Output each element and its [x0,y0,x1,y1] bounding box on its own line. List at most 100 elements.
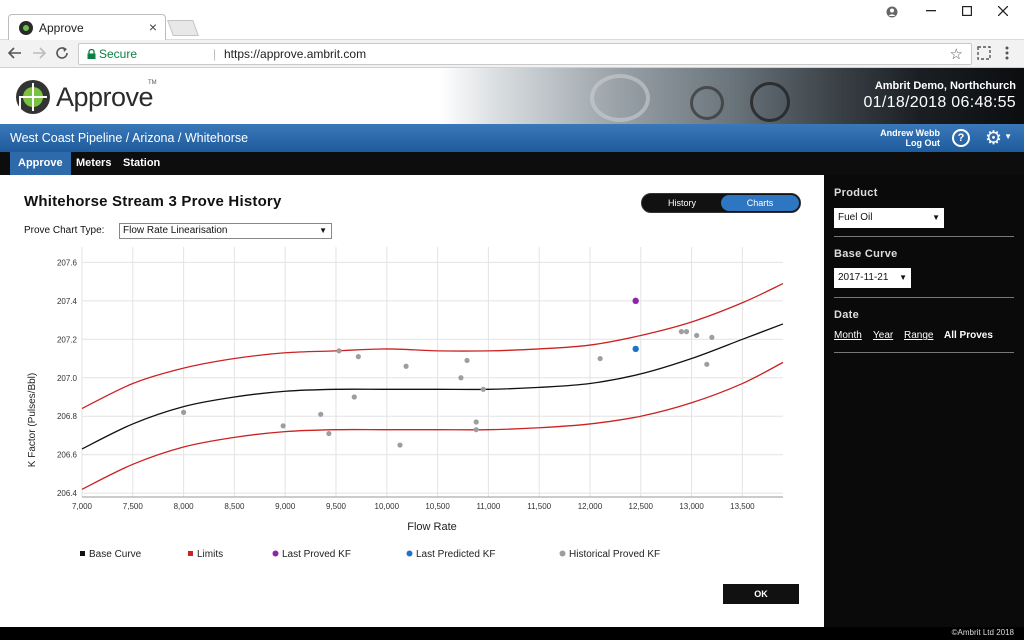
reload-icon[interactable] [55,46,69,60]
point-historical-proved-kf [280,423,286,429]
back-icon[interactable] [8,47,22,59]
y-tick-label: 207.2 [57,335,78,344]
url-separator: | [213,47,217,61]
legend-swatch [406,550,413,557]
date-all-proves-link[interactable]: All Proves [944,330,993,341]
approve-logo-icon [16,80,50,114]
x-tick-label: 11,500 [527,502,551,511]
point-historical-proved-kf [597,355,603,362]
address-bar: Secure | https://approve.ambrit.com ☆ [0,40,1024,68]
breadcrumb-bar: West Coast Pipeline / Arizona / Whitehor… [0,124,1024,152]
legend-swatch [80,551,85,556]
y-tick-label: 207.6 [57,258,78,267]
point-historical-proved-kf [473,427,479,433]
help-icon[interactable]: ? [952,129,970,147]
base-curve-select[interactable]: 2017-11-21 ▼ [834,268,911,288]
gear-icon[interactable]: ⚙ [985,127,1002,150]
x-tick-label: 9,000 [275,502,296,511]
y-tick-label: 206.4 [57,489,78,498]
chart-series [81,282,784,490]
charts-toggle-button[interactable]: Charts [721,195,799,211]
point-historical-proved-kf [473,419,479,425]
sidebar-divider [834,352,1014,353]
point-historical-proved-kf [458,375,464,381]
main-panel: Whitehorse Stream 3 Prove History Histor… [0,175,824,627]
x-axis-label: Flow Rate [407,521,457,533]
x-tick-label: 8,000 [174,502,195,511]
history-toggle-button[interactable]: History [643,195,721,211]
x-tick-label: 13,500 [730,502,755,511]
tab-meters[interactable]: Meters [68,152,119,175]
footer: ©Ambrit Ltd 2018 [0,627,1024,640]
new-tab-button[interactable] [167,20,199,36]
chart-grid [81,247,783,497]
legend-label: Base Curve [89,549,142,560]
point-historical-proved-kf [709,334,715,340]
point-historical-proved-kf [336,348,342,354]
chart-type-label: Prove Chart Type: [24,225,105,236]
breadcrumb[interactable]: West Coast Pipeline / Arizona / Whitehor… [10,131,248,145]
lock-icon [87,49,96,59]
point-historical-proved-kf [678,329,685,335]
date-month-link[interactable]: Month [834,330,862,341]
chevron-down-icon: ▼ [319,226,327,235]
nav-tabs: Approve Meters Station [0,152,1024,175]
point-historical-proved-kf [318,411,324,417]
logo-text: Approve [56,82,154,112]
more-options-icon[interactable] [1005,46,1009,60]
chart-type-select[interactable]: Flow Rate Linearisation ▼ [119,223,332,239]
view-toggle: History Charts [641,193,801,213]
point-historical-proved-kf [351,394,357,400]
copyright: ©Ambrit Ltd 2018 [951,628,1014,637]
point-historical-proved-kf [403,363,409,369]
bookmark-star-icon[interactable]: ☆ [950,45,963,63]
point-historical-proved-kf [480,386,486,392]
point-historical-proved-kf [704,361,710,367]
chart-type-value: Flow Rate Linearisation [123,225,228,236]
forward-icon[interactable] [32,47,46,59]
x-tick-label: 7,500 [123,502,144,511]
legend-label: Historical Proved KF [569,549,660,560]
legend-label: Last Predicted KF [416,549,495,560]
sidebar-divider [834,236,1014,237]
point-historical-proved-kf [326,430,332,437]
tab-title: Approve [39,21,84,35]
browser-tabstrip: Approve × [0,0,1024,40]
ok-button[interactable]: OK [723,584,799,604]
x-tick-label: 12,000 [578,502,603,511]
chevron-down-icon: ▼ [932,213,940,222]
x-tick-label: 10,500 [425,502,450,511]
url-input[interactable]: Secure | https://approve.ambrit.com ☆ [78,43,972,65]
maximize-icon[interactable] [962,6,972,16]
close-icon[interactable] [998,6,1008,16]
point-last-predicted-kf [632,345,639,353]
product-select[interactable]: Fuel Oil ▼ [834,208,944,228]
page-title: Whitehorse Stream 3 Prove History [24,193,282,210]
cast-icon[interactable] [977,46,991,60]
chart-axes: 7,000 7,500 8,000 8,500 9,000 9,500 10,000 10,5… [57,258,783,511]
point-historical-proved-kf [397,442,403,448]
date-range-link[interactable]: Range [904,330,933,341]
browser-tab[interactable]: Approve × [8,14,166,40]
user-name: Andrew Webb [880,128,940,138]
series-line-limits-lower [81,361,784,490]
tab-approve[interactable]: Approve [10,152,71,175]
y-tick-label: 206.6 [57,451,78,460]
base-curve-label: Base Curve [834,248,898,260]
legend-label: Limits [197,549,223,560]
point-last-proved-kf [632,297,639,305]
approve-favicon-icon [19,21,33,35]
chevron-down-icon[interactable]: ▼ [1004,132,1012,141]
logo-trademark: TM [148,80,157,86]
chart-legend: Base Curve Limits Last Proved KF Last Predi… [80,549,660,560]
product-value: Fuel Oil [838,212,873,223]
tab-station[interactable]: Station [115,152,168,175]
legend-swatch [188,551,193,556]
date-year-link[interactable]: Year [873,330,893,341]
logout-link[interactable]: Log Out [906,138,941,148]
minimize-icon[interactable] [926,10,936,12]
y-axis-label: K Factor (Pulses/Bbl) [27,373,38,467]
tab-close-icon[interactable]: × [149,19,157,35]
x-tick-label: 11,000 [476,502,500,511]
account-icon[interactable] [886,6,898,18]
